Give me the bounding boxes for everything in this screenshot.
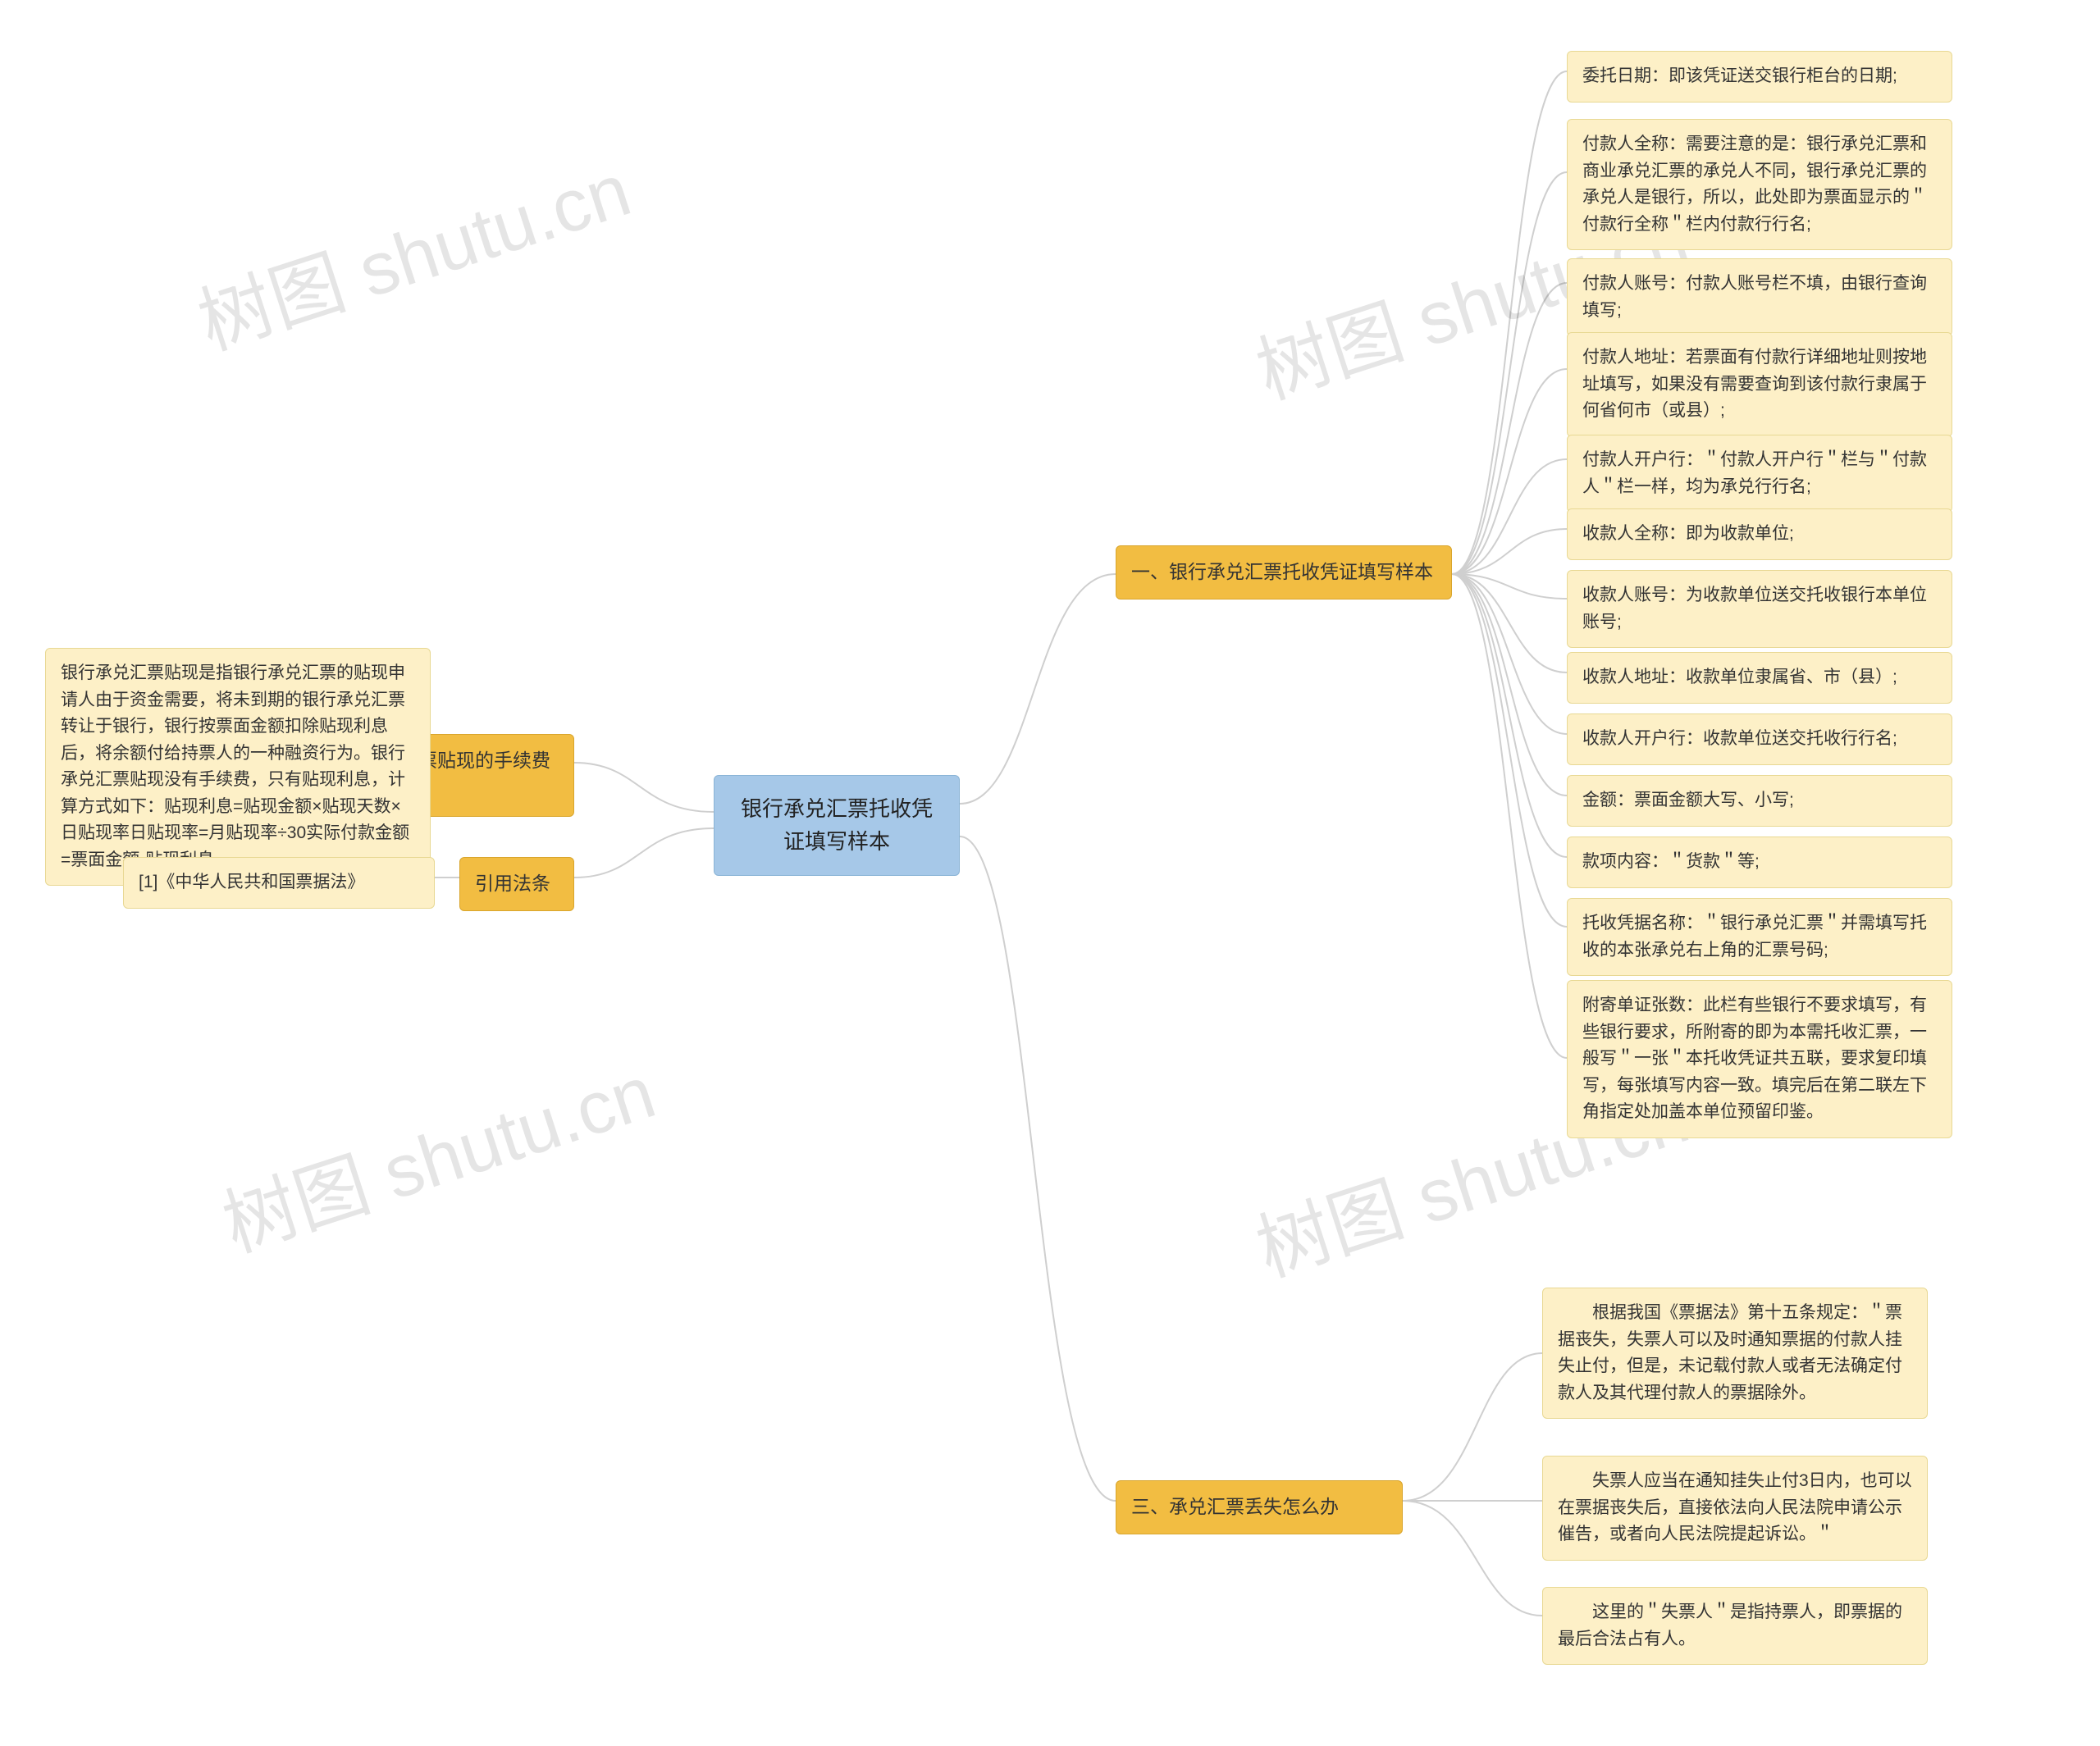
- root-node[interactable]: 银行承兑汇票托收凭证填写样本: [714, 775, 960, 876]
- leaf-node[interactable]: 根据我国《票据法》第十五条规定：＂票据丧失，失票人可以及时通知票据的付款人挂失止…: [1542, 1288, 1928, 1419]
- branch-node-1[interactable]: 一、银行承兑汇票托收凭证填写样本: [1116, 545, 1452, 599]
- branch-node-3[interactable]: 三、承兑汇票丢失怎么办: [1116, 1480, 1403, 1534]
- watermark: 树图 shutu.cn: [183, 130, 641, 370]
- leaf-node[interactable]: 收款人账号：为收款单位送交托收银行本单位账号;: [1567, 570, 1952, 648]
- leaf-node[interactable]: 附寄单证张数：此栏有些银行不要求填写，有些银行要求，所附寄的即为本需托收汇票，一…: [1567, 980, 1952, 1138]
- leaf-node[interactable]: 付款人全称：需要注意的是：银行承兑汇票和商业承兑汇票的承兑人不同，银行承兑汇票的…: [1567, 119, 1952, 250]
- leaf-node[interactable]: 银行承兑汇票贴现是指银行承兑汇票的贴现申请人由于资金需要，将未到期的银行承兑汇票…: [45, 648, 431, 886]
- leaf-node[interactable]: 款项内容：＂货款＂等;: [1567, 837, 1952, 888]
- leaf-node[interactable]: 收款人开户行：收款单位送交托收行行名;: [1567, 713, 1952, 765]
- watermark: 树图 shutu.cn: [208, 1033, 666, 1272]
- leaf-node[interactable]: 这里的＂失票人＂是指持票人，即票据的最后合法占有人。: [1542, 1587, 1928, 1665]
- leaf-node[interactable]: 金额：票面金额大写、小写;: [1567, 775, 1952, 827]
- leaf-node[interactable]: 收款人全称：即为收款单位;: [1567, 508, 1952, 560]
- leaf-node[interactable]: 失票人应当在通知挂失止付3日内，也可以在票据丧失后，直接依法向人民法院申请公示催…: [1542, 1456, 1928, 1561]
- leaf-node[interactable]: 收款人地址：收款单位隶属省、市（县）;: [1567, 652, 1952, 704]
- leaf-node[interactable]: 托收凭据名称：＂银行承兑汇票＂并需填写托收的本张承兑右上角的汇票号码;: [1567, 898, 1952, 976]
- mindmap-canvas: 树图 shutu.cn 树图 shutu.cn 树图 shutu.cn 树图 s…: [0, 0, 2100, 1746]
- branch-node-4[interactable]: 引用法条: [459, 857, 574, 911]
- leaf-node[interactable]: 付款人地址：若票面有付款行详细地址则按地址填写，如果没有需要查询到该付款行隶属于…: [1567, 332, 1952, 437]
- leaf-node[interactable]: 付款人账号：付款人账号栏不填，由银行查询填写;: [1567, 258, 1952, 336]
- leaf-node[interactable]: [1]《中华人民共和国票据法》: [123, 857, 435, 909]
- leaf-node[interactable]: 委托日期：即该凭证送交银行柜台的日期;: [1567, 51, 1952, 103]
- leaf-node[interactable]: 付款人开户行：＂付款人开户行＂栏与＂付款人＂栏一样，均为承兑行行名;: [1567, 435, 1952, 513]
